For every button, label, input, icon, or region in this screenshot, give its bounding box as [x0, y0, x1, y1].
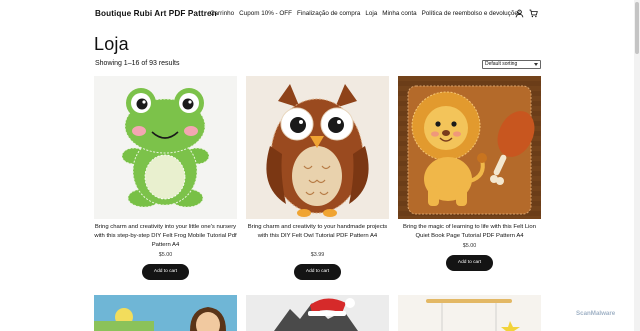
nav-item-minha-conta[interactable]: Minha conta	[382, 10, 416, 17]
add-to-cart-button[interactable]: Add to cart	[446, 255, 493, 271]
site-brand[interactable]: Boutique Rubi Art PDF Pattren	[95, 9, 217, 18]
product-price: $5.00	[462, 243, 477, 249]
sort-selected-value: Default sorting	[485, 61, 518, 67]
nav-item-carrinho[interactable]: Carrinho	[210, 10, 234, 17]
product-price: $5.00	[158, 252, 173, 258]
account-icon[interactable]	[515, 9, 524, 18]
nav-item-cupom[interactable]: Cupom 10% - OFF	[239, 10, 292, 17]
page-title: Loja	[94, 34, 129, 54]
product-price: $3.99	[310, 252, 325, 258]
result-count: Showing 1–16 of 93 results	[95, 60, 180, 67]
product-title[interactable]: Bring charm and creativity to your handm…	[246, 223, 389, 241]
site-header: Boutique Rubi Art PDF Pattren Carrinho C…	[0, 0, 640, 30]
product-image-frog[interactable]	[94, 76, 237, 219]
nav-item-politica[interactable]: Política de reembolso e devoluções	[422, 10, 521, 17]
cart-icon[interactable]	[529, 9, 538, 18]
add-to-cart-button[interactable]: Add to cart	[142, 264, 189, 280]
nav-item-checkout[interactable]: Finalização de compra	[297, 10, 360, 17]
watermark-text: ScanMalware	[576, 310, 616, 317]
main-nav: Carrinho Cupom 10% - OFF Finalização de …	[210, 10, 521, 17]
product-card: Bring the magic of learning to life with…	[398, 76, 541, 291]
chevron-down-icon	[534, 63, 538, 66]
product-image-partial[interactable]	[246, 295, 389, 331]
sort-select[interactable]: Default sorting	[482, 60, 541, 69]
product-image-lion[interactable]	[398, 76, 541, 219]
product-image-owl[interactable]	[246, 76, 389, 219]
product-card: Bring charm and creativity into your lit…	[94, 76, 237, 291]
add-to-cart-button[interactable]: Add to cart	[294, 264, 341, 280]
product-title[interactable]: Bring charm and creativity into your lit…	[94, 223, 237, 249]
product-image-partial[interactable]	[94, 295, 237, 331]
product-image-partial[interactable]	[398, 295, 541, 331]
product-card: Bring charm and creativity to your handm…	[246, 76, 389, 291]
scrollbar-thumb[interactable]	[635, 2, 639, 54]
nav-item-loja[interactable]: Loja	[365, 10, 377, 17]
product-title[interactable]: Bring the magic of learning to life with…	[398, 223, 541, 241]
